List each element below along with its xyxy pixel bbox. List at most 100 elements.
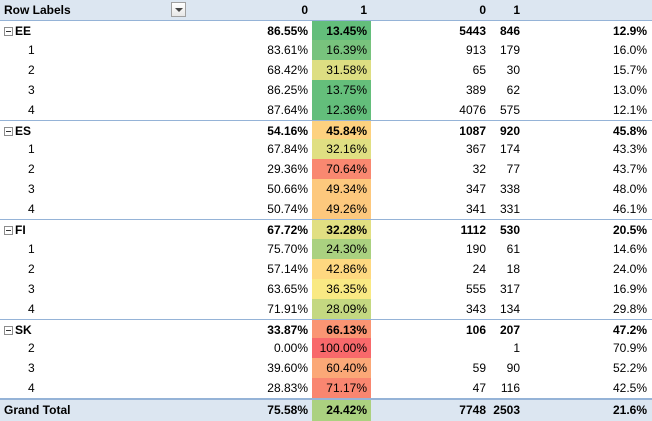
value-cell[interactable]: 13.0% [524, 80, 650, 100]
value-cell[interactable]: 57.14% [170, 259, 312, 279]
value-cell[interactable]: 86.25% [170, 80, 312, 100]
row-label[interactable]: 1 [0, 139, 170, 159]
value-cell[interactable]: 47.2% [524, 320, 650, 339]
value-cell[interactable]: 16.0% [524, 40, 650, 60]
value-cell[interactable]: 1087 [371, 121, 489, 140]
value-cell[interactable]: 12.1% [524, 100, 650, 120]
value-cell[interactable]: 341 [371, 199, 489, 219]
heat-value-cell[interactable]: 45.84% [312, 120, 371, 140]
value-cell[interactable]: 15.7% [524, 60, 650, 80]
row-label[interactable]: 4 [0, 299, 170, 319]
value-cell[interactable]: 50.66% [170, 179, 312, 199]
value-cell[interactable]: 43.7% [524, 159, 650, 179]
value-cell[interactable]: 1112 [371, 220, 489, 239]
value-cell[interactable]: 63.65% [170, 279, 312, 299]
value-cell[interactable]: 179 [489, 40, 524, 60]
value-cell[interactable]: 0.00% [170, 338, 312, 358]
heat-value-cell[interactable]: 24.30% [312, 238, 371, 259]
value-cell[interactable]: 43.3% [524, 139, 650, 159]
row-label[interactable]: 4 [0, 378, 170, 398]
heat-value-cell[interactable]: 13.45% [312, 21, 371, 40]
row-label[interactable]: 2 [0, 60, 170, 80]
value-cell[interactable]: 83.61% [170, 40, 312, 60]
grand-total-label[interactable]: Grand Total [0, 400, 170, 421]
value-cell[interactable]: 343 [371, 299, 489, 319]
grand-total-value[interactable]: 2503 [489, 400, 524, 421]
value-cell[interactable]: 134 [489, 299, 524, 319]
heat-value-cell[interactable]: 71.17% [312, 378, 371, 399]
value-cell[interactable]: 46.1% [524, 199, 650, 219]
value-cell[interactable]: 68.42% [170, 60, 312, 80]
value-cell[interactable]: 32 [371, 159, 489, 179]
row-label[interactable]: 4 [0, 100, 170, 120]
column-header[interactable]: 0 [371, 0, 489, 20]
value-cell[interactable]: 47 [371, 378, 489, 398]
value-cell[interactable]: 39.60% [170, 358, 312, 378]
row-label[interactable]: 2 [0, 259, 170, 279]
value-cell[interactable]: 575 [489, 100, 524, 120]
grand-total-value[interactable]: 7748 [371, 400, 489, 421]
value-cell[interactable]: 75.70% [170, 239, 312, 259]
value-cell[interactable]: 30 [489, 60, 524, 80]
value-cell[interactable]: 16.9% [524, 279, 650, 299]
value-cell[interactable]: 67.72% [170, 220, 312, 239]
heat-value-cell[interactable]: 12.36% [312, 99, 371, 120]
collapse-icon[interactable] [4, 325, 13, 335]
column-header[interactable] [524, 0, 650, 20]
heat-value-cell[interactable]: 66.13% [312, 319, 371, 339]
group-label[interactable]: EE [0, 21, 170, 40]
row-label[interactable]: 3 [0, 80, 170, 100]
value-cell[interactable]: 18 [489, 259, 524, 279]
heat-value-cell[interactable]: 100.00% [312, 338, 371, 359]
heat-value-cell[interactable]: 49.34% [312, 179, 371, 200]
value-cell[interactable]: 555 [371, 279, 489, 299]
row-label[interactable]: 1 [0, 40, 170, 60]
value-cell[interactable]: 920 [489, 121, 524, 140]
value-cell[interactable]: 106 [371, 320, 489, 339]
heat-value-cell[interactable]: 32.16% [312, 139, 371, 160]
value-cell[interactable]: 67.84% [170, 139, 312, 159]
collapse-icon[interactable] [4, 126, 13, 136]
column-header[interactable]: 1 [312, 0, 371, 20]
value-cell[interactable]: 48.0% [524, 179, 650, 199]
row-label[interactable]: 3 [0, 179, 170, 199]
row-label[interactable]: 4 [0, 199, 170, 219]
value-cell[interactable]: 50.74% [170, 199, 312, 219]
column-header[interactable]: 1 [489, 0, 524, 20]
group-label[interactable]: SK [0, 320, 170, 339]
value-cell[interactable]: 42.5% [524, 378, 650, 398]
collapse-icon[interactable] [4, 226, 13, 236]
value-cell[interactable]: 62 [489, 80, 524, 100]
value-cell[interactable]: 190 [371, 239, 489, 259]
value-cell[interactable]: 1 [489, 338, 524, 358]
heat-value-cell[interactable]: 60.40% [312, 358, 371, 379]
value-cell[interactable]: 29.36% [170, 159, 312, 179]
value-cell[interactable]: 61 [489, 239, 524, 259]
collapse-icon[interactable] [4, 27, 13, 37]
value-cell[interactable]: 389 [371, 80, 489, 100]
row-label[interactable]: 3 [0, 358, 170, 378]
value-cell[interactable]: 90 [489, 358, 524, 378]
heat-value-cell[interactable]: 31.58% [312, 59, 371, 80]
row-label[interactable]: 2 [0, 159, 170, 179]
value-cell[interactable]: 317 [489, 279, 524, 299]
value-cell[interactable]: 29.8% [524, 299, 650, 319]
grand-total-heat-value[interactable]: 24.42% [312, 400, 371, 421]
column-header[interactable]: 0 [170, 0, 312, 20]
value-cell[interactable]: 116 [489, 378, 524, 398]
value-cell[interactable]: 52.2% [524, 358, 650, 378]
heat-value-cell[interactable]: 70.64% [312, 159, 371, 180]
value-cell[interactable]: 70.9% [524, 338, 650, 358]
value-cell[interactable]: 54.16% [170, 121, 312, 140]
heat-value-cell[interactable]: 32.28% [312, 220, 371, 239]
grand-total-value[interactable]: 75.58% [170, 400, 312, 421]
value-cell[interactable]: 4076 [371, 100, 489, 120]
value-cell[interactable]: 24.0% [524, 259, 650, 279]
value-cell[interactable]: 331 [489, 199, 524, 219]
value-cell[interactable]: 846 [489, 21, 524, 40]
value-cell[interactable]: 14.6% [524, 239, 650, 259]
value-cell[interactable]: 367 [371, 139, 489, 159]
row-label[interactable]: 1 [0, 239, 170, 259]
value-cell[interactable]: 87.64% [170, 100, 312, 120]
heat-value-cell[interactable]: 13.75% [312, 79, 371, 100]
